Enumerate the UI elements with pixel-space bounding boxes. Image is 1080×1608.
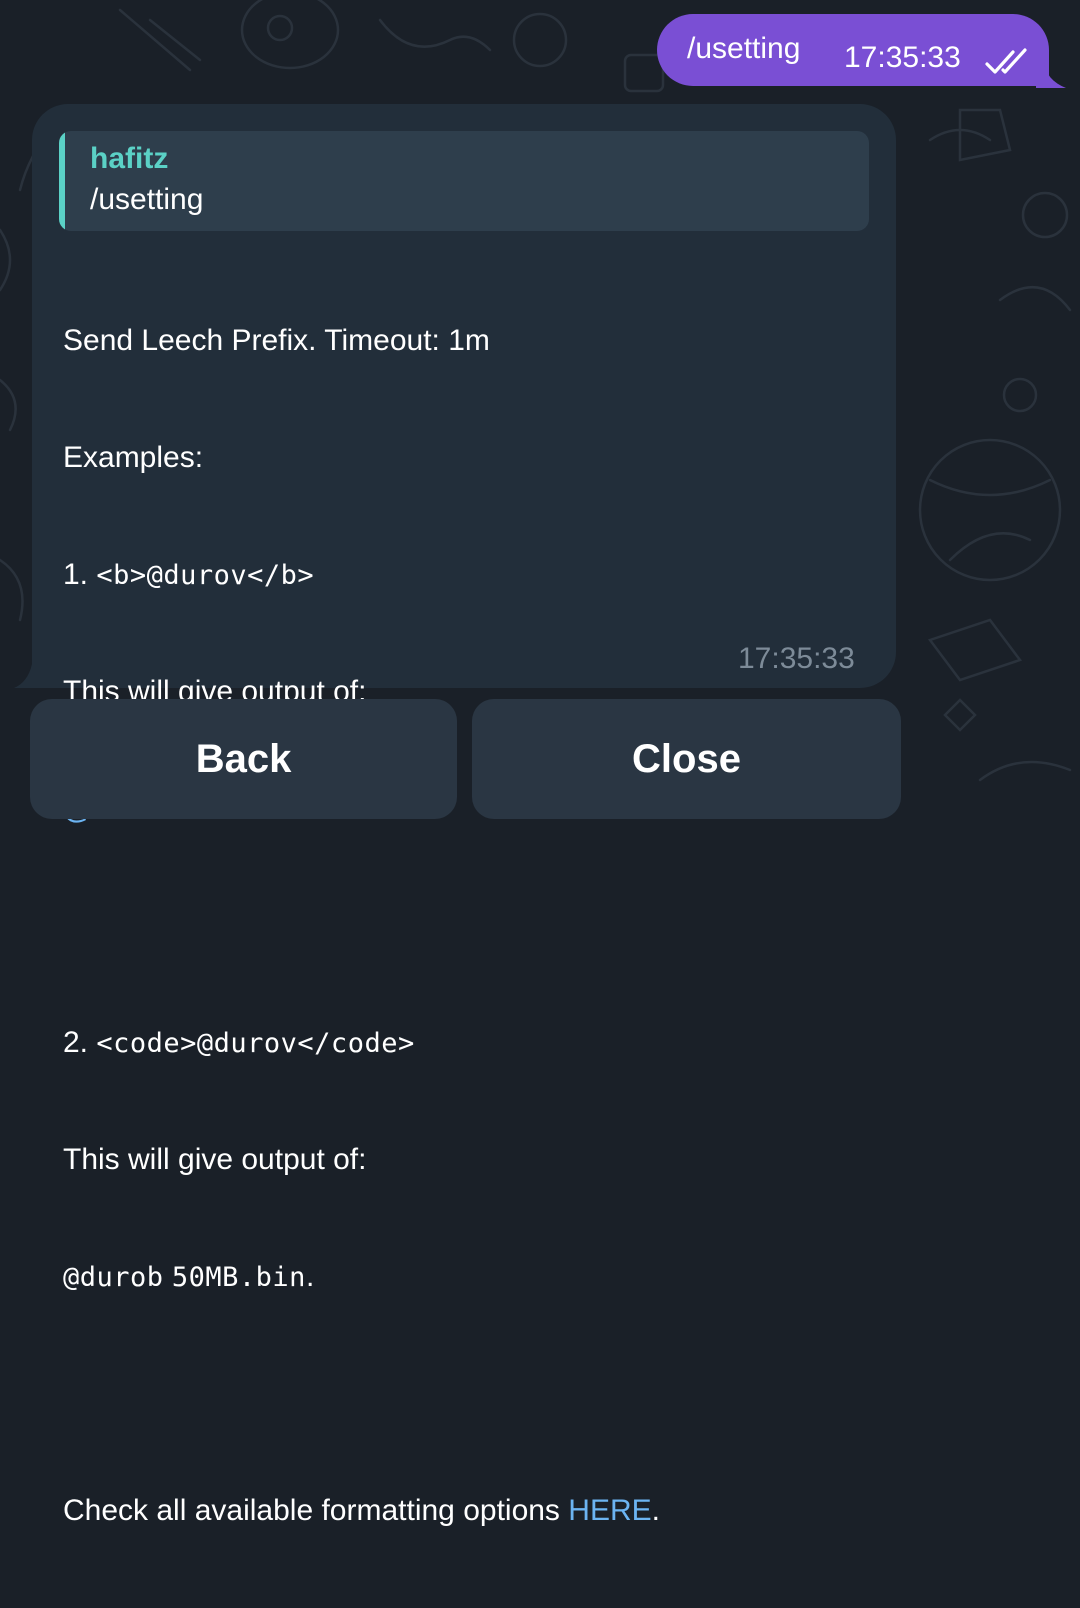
- message-line: Check all available formatting options H…: [63, 1491, 863, 1530]
- example-code: <b>@durov</b>: [96, 560, 315, 591]
- file-name: 50MB.bin: [171, 1262, 306, 1293]
- example-number: 2.: [63, 1026, 97, 1059]
- spacer-text: [164, 1260, 172, 1293]
- double-check-icon: [985, 48, 1027, 74]
- close-button[interactable]: Close: [472, 699, 901, 819]
- outgoing-message-bubble[interactable]: /usetting 17:35:33: [657, 14, 1049, 86]
- outgoing-message-text: /usetting: [687, 32, 801, 65]
- here-link[interactable]: HERE: [568, 1494, 651, 1527]
- reply-accent-bar: [59, 131, 65, 231]
- message-line: This will give output of:: [63, 1140, 863, 1179]
- message-line: 2. <code>@durov</code>: [63, 1023, 863, 1062]
- example-number: 1.: [63, 558, 97, 591]
- punctuation: .: [651, 1494, 660, 1527]
- formatting-text: Check all available formatting options: [63, 1494, 569, 1527]
- reply-text: /usetting: [90, 183, 204, 216]
- message-line: Send Leech Prefix. Timeout: 1m: [63, 321, 863, 360]
- reply-author: hafitz: [90, 142, 169, 175]
- message-line: @durob 50MB.bin.: [63, 1257, 863, 1296]
- example-code: <code>@durov</code>: [96, 1028, 415, 1059]
- incoming-message-bubble[interactable]: hafitz /usetting Send Leech Prefix. Time…: [32, 104, 896, 1527]
- examples-heading: Examples:: [63, 441, 204, 474]
- reply-quote[interactable]: hafitz /usetting: [59, 131, 869, 231]
- message-line: 1. <b>@durov</b>: [63, 555, 863, 594]
- code-mention[interactable]: @durob: [63, 1262, 164, 1293]
- message-line: Examples:: [63, 438, 863, 477]
- timeout-text: Send Leech Prefix. Timeout: 1m: [63, 324, 490, 357]
- outgoing-message-time: 17:35:33: [844, 41, 961, 74]
- output-description: This will give output of:: [63, 1143, 367, 1176]
- outgoing-bubble-tail: [1036, 62, 1066, 88]
- punctuation: .: [305, 1260, 315, 1293]
- message-body: Send Leech Prefix. Timeout: 1m Examples:…: [63, 243, 863, 1608]
- back-button[interactable]: Back: [30, 699, 457, 819]
- incoming-message-time: 17:35:33: [738, 642, 855, 675]
